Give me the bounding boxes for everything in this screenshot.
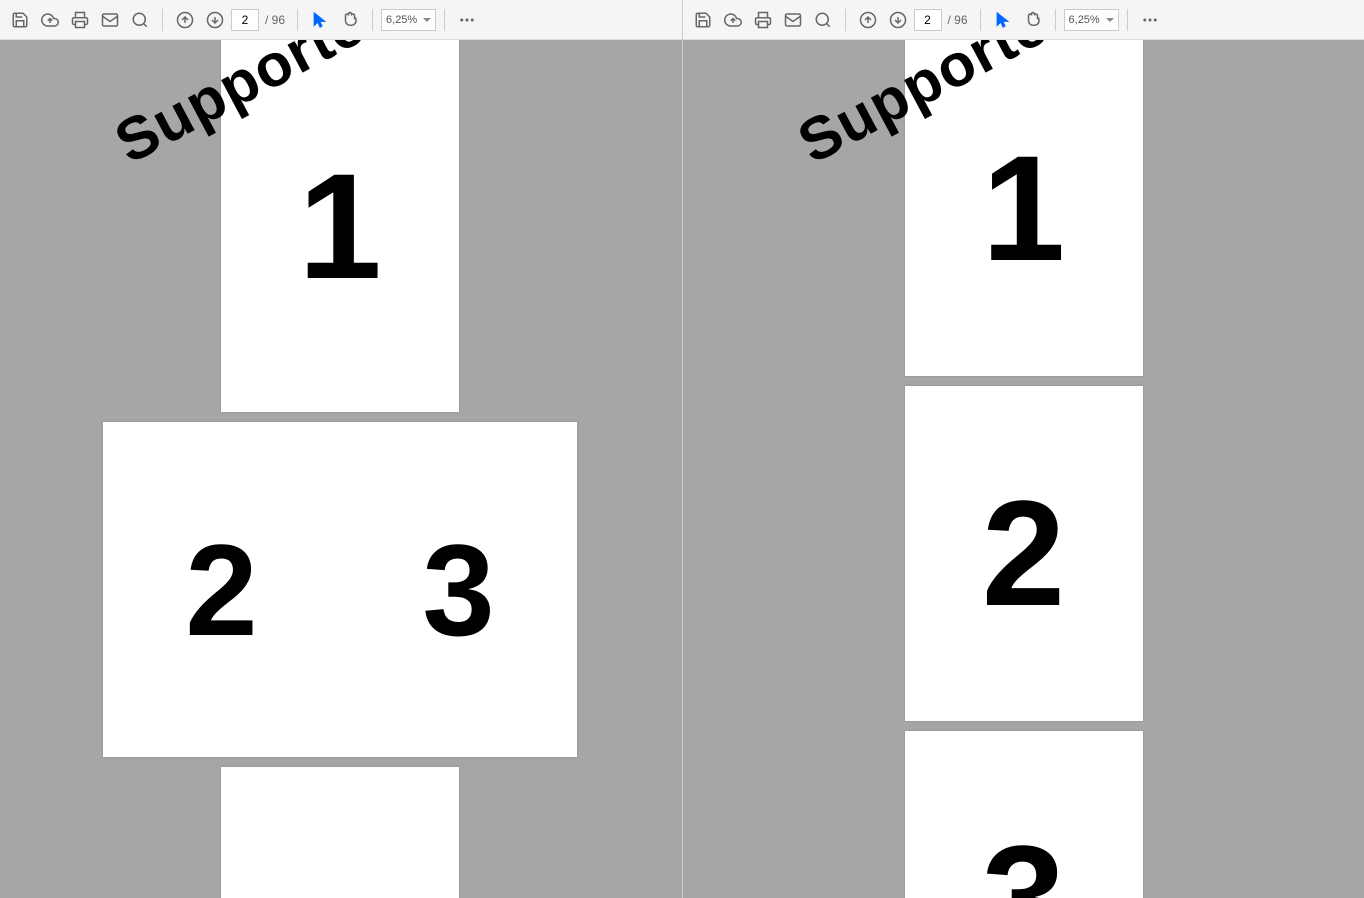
toolbar-separator bbox=[372, 9, 373, 31]
left-panel: / 96 6,25% Supported 1 2 3 4 bbox=[0, 0, 682, 898]
page-content: 2 bbox=[185, 515, 257, 665]
mail-icon[interactable] bbox=[779, 6, 807, 34]
print-icon[interactable] bbox=[66, 6, 94, 34]
print-icon[interactable] bbox=[749, 6, 777, 34]
page-number-input[interactable] bbox=[231, 9, 259, 31]
mail-icon[interactable] bbox=[96, 6, 124, 34]
document-page: 1 bbox=[221, 40, 459, 412]
more-options-icon[interactable] bbox=[1136, 6, 1164, 34]
zoom-value: 6,25% bbox=[1069, 14, 1100, 26]
select-tool-icon[interactable] bbox=[989, 6, 1017, 34]
zoom-value: 6,25% bbox=[386, 14, 417, 26]
search-icon[interactable] bbox=[126, 6, 154, 34]
more-options-icon[interactable] bbox=[453, 6, 481, 34]
zoom-dropdown[interactable]: 6,25% bbox=[1064, 9, 1119, 31]
chevron-down-icon bbox=[423, 18, 431, 22]
right-panel: / 96 6,25% Supported 1 2 3 bbox=[682, 0, 1364, 898]
toolbar-separator bbox=[162, 9, 163, 31]
hand-tool-icon[interactable] bbox=[336, 6, 364, 34]
page-content: 1 bbox=[982, 122, 1065, 295]
prev-page-icon[interactable] bbox=[854, 6, 882, 34]
page-number-input[interactable] bbox=[914, 9, 942, 31]
next-page-icon[interactable] bbox=[201, 6, 229, 34]
document-page: 2 bbox=[905, 386, 1143, 721]
cloud-upload-icon[interactable] bbox=[719, 6, 747, 34]
page-content: 3 bbox=[982, 812, 1065, 898]
document-viewport-left[interactable]: Supported 1 2 3 4 bbox=[0, 40, 682, 898]
document-page: 3 bbox=[905, 731, 1143, 898]
page-content: 2 bbox=[982, 467, 1065, 640]
search-icon[interactable] bbox=[809, 6, 837, 34]
page-content: 1 bbox=[298, 140, 381, 313]
toolbar-separator bbox=[1127, 9, 1128, 31]
toolbar-separator bbox=[845, 9, 846, 31]
chevron-down-icon bbox=[1106, 18, 1114, 22]
hand-tool-icon[interactable] bbox=[1019, 6, 1047, 34]
toolbar-separator bbox=[980, 9, 981, 31]
toolbar-left: / 96 6,25% bbox=[0, 0, 682, 40]
page-total-label: / 96 bbox=[265, 13, 285, 27]
page-content: 3 bbox=[422, 515, 494, 665]
select-tool-icon[interactable] bbox=[306, 6, 334, 34]
next-page-icon[interactable] bbox=[884, 6, 912, 34]
toolbar-right: / 96 6,25% bbox=[683, 0, 1364, 40]
save-icon[interactable] bbox=[6, 6, 34, 34]
document-page: 1 bbox=[905, 40, 1143, 376]
document-page: 4 bbox=[221, 767, 459, 898]
document-viewport-right[interactable]: Supported 1 2 3 bbox=[683, 40, 1364, 898]
toolbar-separator bbox=[444, 9, 445, 31]
page-total-label: / 96 bbox=[948, 13, 968, 27]
toolbar-separator bbox=[297, 9, 298, 31]
prev-page-icon[interactable] bbox=[171, 6, 199, 34]
cloud-upload-icon[interactable] bbox=[36, 6, 64, 34]
toolbar-separator bbox=[1055, 9, 1056, 31]
save-icon[interactable] bbox=[689, 6, 717, 34]
page-content: 4 bbox=[298, 881, 381, 898]
zoom-dropdown[interactable]: 6,25% bbox=[381, 9, 436, 31]
document-page: 2 3 bbox=[103, 422, 577, 757]
